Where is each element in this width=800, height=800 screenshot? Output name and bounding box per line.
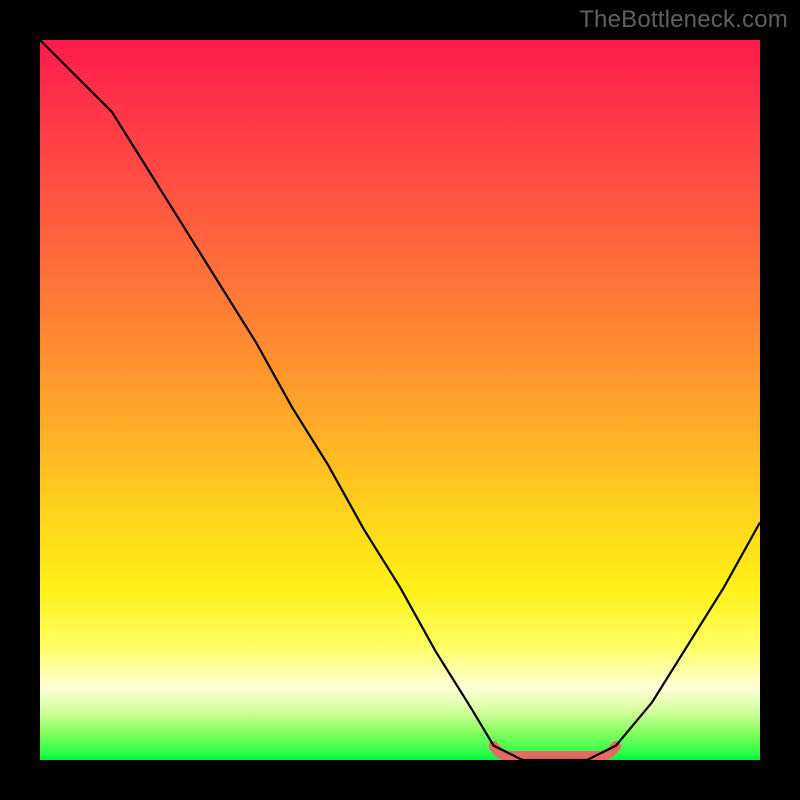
curve-svg bbox=[40, 40, 760, 760]
plot-area bbox=[40, 40, 760, 760]
watermark-text: TheBottleneck.com bbox=[579, 6, 788, 34]
bottleneck-curve bbox=[40, 40, 760, 760]
chart-frame: TheBottleneck.com bbox=[0, 0, 800, 800]
